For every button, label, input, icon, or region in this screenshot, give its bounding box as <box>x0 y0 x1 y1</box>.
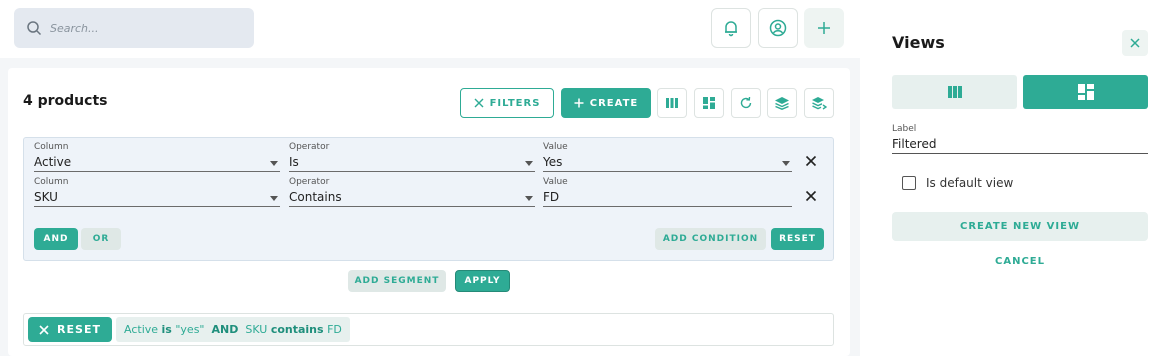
close-icon <box>39 324 49 335</box>
profile-button[interactable] <box>758 8 798 48</box>
operator-select[interactable]: Operator Is <box>289 138 535 172</box>
search-input[interactable] <box>50 21 240 35</box>
column-caption: Column <box>34 177 69 187</box>
value-input[interactable]: Value FD <box>543 173 792 207</box>
label-caption: Label <box>892 124 917 134</box>
filter-1-value: "yes" <box>175 323 205 336</box>
column-view-toggle[interactable] <box>892 75 1017 109</box>
plus-icon <box>818 22 830 34</box>
applied-filters-bar: RESET Active is "yes" AND SKU contains F… <box>23 313 834 346</box>
column-caption: Column <box>34 142 69 152</box>
filter-1-operator: is <box>161 323 172 336</box>
chevron-down-icon <box>525 161 533 166</box>
value-value: FD <box>543 190 560 204</box>
filter-2-operator: contains <box>270 323 324 336</box>
chevron-down-icon <box>270 196 278 201</box>
refresh-button[interactable] <box>731 88 761 118</box>
column-value: SKU <box>34 190 58 204</box>
column-view-button[interactable] <box>657 88 687 118</box>
add-button[interactable] <box>804 8 844 48</box>
filters-label: FILTERS <box>489 97 541 109</box>
create-new-view-button[interactable]: CREATE NEW VIEW <box>892 212 1148 241</box>
add-segment-button[interactable]: ADD SEGMENT <box>348 270 446 292</box>
plus-icon <box>574 98 584 108</box>
close-icon <box>1130 38 1140 48</box>
add-condition-button[interactable]: ADD CONDITION <box>655 228 766 250</box>
applied-filter-summary: Active is "yes" AND SKU contains FD <box>116 317 350 342</box>
filter-joiner: AND <box>211 323 239 336</box>
column-select[interactable]: Column Active <box>34 138 280 172</box>
search-icon <box>27 21 42 36</box>
remove-condition-icon[interactable] <box>805 155 817 167</box>
operator-value: Contains <box>289 190 342 204</box>
remove-condition-icon[interactable] <box>805 190 817 202</box>
value-select[interactable]: Value Yes <box>543 138 792 172</box>
create-label: CREATE <box>589 97 639 109</box>
default-view-checkbox[interactable]: Is default view <box>902 176 1013 190</box>
stack-button[interactable] <box>767 88 797 118</box>
operator-caption: Operator <box>289 177 330 187</box>
filter-2-column: SKU <box>245 323 268 336</box>
dashboard-view-button[interactable] <box>694 88 724 118</box>
or-toggle[interactable]: OR <box>81 228 121 250</box>
stack-arrow-icon <box>812 97 827 110</box>
page-title: 4 products <box>23 93 108 109</box>
notifications-button[interactable] <box>711 8 751 48</box>
chevron-down-icon <box>270 161 278 166</box>
reset-conditions-button[interactable]: RESET <box>771 228 824 250</box>
operator-select[interactable]: Operator Contains <box>289 173 535 207</box>
column-select[interactable]: Column SKU <box>34 173 280 207</box>
search-box[interactable] <box>14 8 254 48</box>
apply-button[interactable]: APPLY <box>455 270 510 292</box>
column-value: Active <box>34 155 72 169</box>
close-panel-button[interactable] <box>1122 30 1148 56</box>
default-view-label: Is default view <box>926 176 1014 190</box>
value-value: Yes <box>543 155 563 169</box>
cancel-button[interactable]: CANCEL <box>892 250 1148 272</box>
chevron-down-icon <box>782 161 790 166</box>
stack-icon <box>775 97 789 110</box>
top-bar <box>0 0 860 58</box>
operator-caption: Operator <box>289 142 330 152</box>
create-button[interactable]: CREATE <box>561 88 651 118</box>
columns-icon <box>947 86 962 98</box>
reset-filters-label: RESET <box>57 323 101 336</box>
view-label-field[interactable]: Label <box>892 122 1148 154</box>
filter-1-column: Active <box>124 323 159 336</box>
value-caption: Value <box>543 177 568 187</box>
views-panel: Views Label Is default view CREATE NEW V… <box>860 0 1162 356</box>
reset-filters-button[interactable]: RESET <box>28 317 112 342</box>
value-caption: Value <box>543 142 568 152</box>
columns-icon <box>666 98 678 108</box>
panel-title: Views <box>892 33 945 52</box>
operator-value: Is <box>289 155 299 169</box>
dashboard-icon <box>703 97 715 109</box>
and-toggle[interactable]: AND <box>34 228 78 250</box>
refresh-icon <box>740 96 752 109</box>
checkbox-icon[interactable] <box>902 176 916 190</box>
bell-icon <box>725 21 737 37</box>
stack-export-button[interactable] <box>804 88 834 118</box>
view-label-input[interactable] <box>892 137 1142 151</box>
chevron-down-icon <box>525 196 533 201</box>
user-circle-icon <box>769 19 787 37</box>
filter-2-value: FD <box>327 323 342 336</box>
dashboard-view-toggle[interactable] <box>1023 75 1148 109</box>
dashboard-icon <box>1077 84 1094 100</box>
close-icon <box>474 98 484 108</box>
filters-button[interactable]: FILTERS <box>460 88 554 118</box>
